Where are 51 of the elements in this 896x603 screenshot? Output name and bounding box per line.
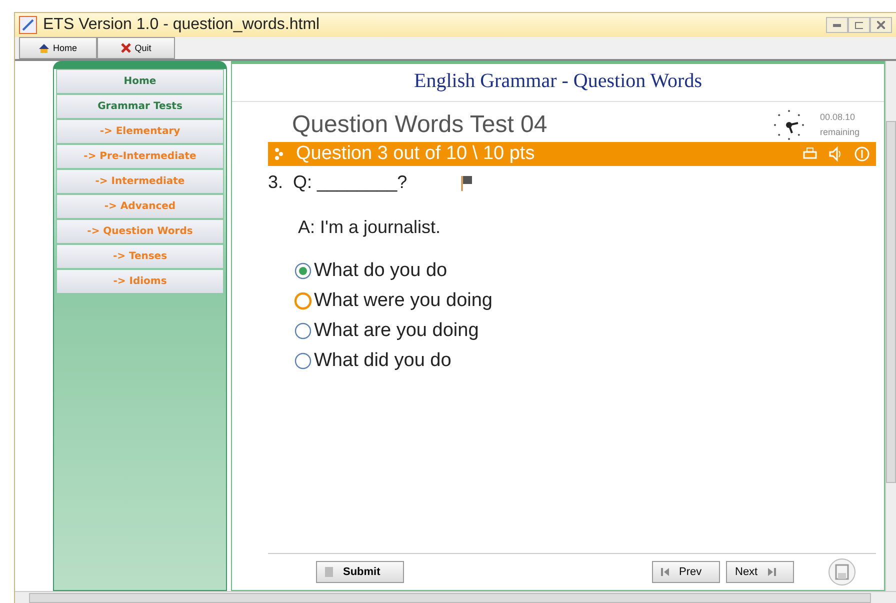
window-title: ETS Version 1.0 - question_words.html [43, 16, 320, 34]
dots-icon [274, 146, 284, 162]
print-icon[interactable] [802, 146, 818, 162]
maximize-icon [855, 22, 863, 28]
vertical-scrollbar[interactable] [885, 61, 896, 591]
timer-label: remaining [820, 126, 861, 139]
question-text: Q: ________? [293, 172, 408, 193]
submit-button[interactable]: Submit [316, 561, 404, 583]
square-icon [325, 567, 333, 577]
previous-icon [661, 568, 669, 576]
radio-button[interactable] [294, 352, 312, 370]
answer-text: A: I'm a journalist. [298, 217, 442, 238]
close-icon [877, 21, 885, 29]
prev-button[interactable]: Prev [652, 561, 720, 583]
house-icon [38, 44, 49, 52]
sidebar-item[interactable]: -> Idioms [56, 269, 224, 294]
sidebar-item[interactable]: -> Intermediate [56, 169, 224, 194]
next-icon [768, 568, 776, 576]
sidebar-item[interactable]: Grammar Tests [56, 94, 224, 119]
horizontal-scrollbar[interactable] [15, 591, 896, 603]
radio-button[interactable] [294, 292, 312, 310]
minimize-button[interactable] [826, 17, 848, 33]
sidebar-item[interactable]: -> Pre-Intermediate [56, 144, 224, 169]
option-label: What did you do [314, 350, 452, 372]
sidebar-item[interactable]: -> Advanced [56, 194, 224, 219]
sidebar-item[interactable]: Home [56, 69, 224, 94]
minimize-icon [833, 24, 841, 26]
app-icon [19, 16, 37, 34]
sidebar-item[interactable]: -> Question Words [56, 219, 224, 244]
question-number: 3. [268, 172, 284, 193]
option-label: What are you doing [314, 320, 479, 342]
info-icon[interactable] [854, 146, 870, 162]
toolbar-button[interactable]: Home [19, 37, 97, 59]
sidebar-item[interactable]: -> Elementary [56, 119, 224, 144]
option-label: What do you do [314, 260, 448, 282]
next-button[interactable]: Next [726, 561, 794, 583]
question-counter: Question 3 out of 10 \ 10 pts [296, 143, 536, 165]
clock-icon [772, 108, 806, 142]
sidebar-item[interactable]: -> Tenses [56, 244, 224, 269]
flag-icon[interactable] [461, 174, 474, 190]
timer-value: 00.08.10 [820, 111, 856, 124]
close-button[interactable] [870, 17, 892, 33]
option-label: What were you doing [314, 290, 492, 312]
maximize-button[interactable] [848, 17, 870, 33]
save-icon[interactable] [828, 558, 856, 586]
toolbar-button[interactable]: Quit [97, 37, 175, 59]
radio-button[interactable] [294, 262, 312, 280]
page-heading: English Grammar - Question Words [232, 64, 884, 102]
test-title: Question Words Test 04 [291, 111, 548, 139]
close-icon [120, 43, 131, 53]
radio-button[interactable] [294, 322, 312, 340]
